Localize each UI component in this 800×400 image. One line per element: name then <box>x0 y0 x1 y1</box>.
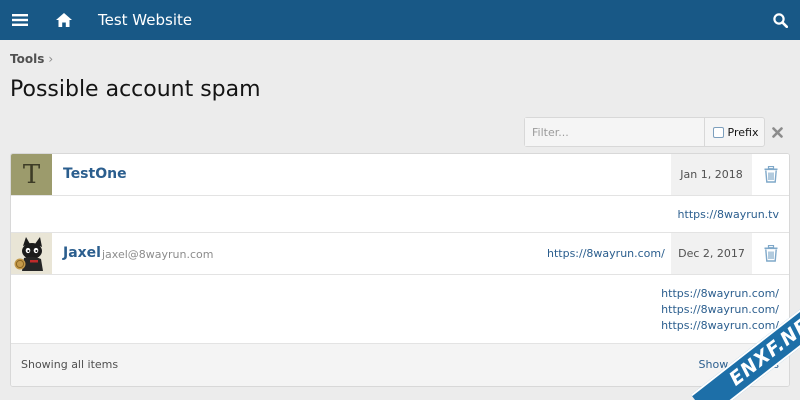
trash-icon <box>764 166 777 183</box>
prefix-checkbox[interactable] <box>712 126 724 138</box>
url-list: https://8wayrun.tv <box>11 196 789 233</box>
url-list: https://8wayrun.com/ https://8wayrun.com… <box>11 275 789 344</box>
delete-button[interactable] <box>752 233 789 274</box>
home-icon[interactable] <box>52 0 76 40</box>
top-navigation-bar: Test Website <box>0 0 800 40</box>
prefix-label: Prefix <box>727 125 759 139</box>
username-link[interactable]: Jaxel <box>63 233 101 274</box>
row-url-link[interactable]: https://8wayrun.com/ <box>547 233 665 274</box>
filter-input[interactable] <box>525 118 705 146</box>
date-cell: Jan 1, 2018 <box>671 154 752 195</box>
list-item: Jaxel jaxel@8wayrun.com https://8wayrun.… <box>11 233 789 275</box>
spam-url-link[interactable]: https://8wayrun.tv <box>678 208 779 221</box>
list-item: T TestOne Jan 1, 2018 <box>11 154 789 196</box>
filter-bar: Prefix <box>524 117 765 147</box>
avatar[interactable]: T <box>11 154 52 195</box>
spam-url-link[interactable]: https://8wayrun.com/ <box>661 287 779 300</box>
list-footer: Showing all items Show matches <box>11 344 789 386</box>
page-title: Possible account spam <box>10 77 261 102</box>
breadcrumb-item-tools[interactable]: Tools <box>10 52 44 66</box>
breadcrumb-separator: › <box>48 52 54 66</box>
site-title-link[interactable]: Test Website <box>98 0 192 40</box>
entry-date: Dec 2, 2017 <box>678 247 745 260</box>
date-cell: Dec 2, 2017 <box>671 233 752 274</box>
hamburger-menu-icon[interactable] <box>8 0 32 40</box>
entry-date: Jan 1, 2018 <box>680 168 743 181</box>
user-email: jaxel@8wayrun.com <box>102 248 214 261</box>
clear-filter-icon[interactable] <box>768 120 786 144</box>
spam-url-link[interactable]: https://8wayrun.com/ <box>661 303 779 316</box>
search-icon[interactable] <box>768 0 792 40</box>
show-matches-link[interactable]: Show matches <box>699 344 779 386</box>
avatar[interactable] <box>11 233 52 274</box>
spam-account-list: T TestOne Jan 1, 2018 https://8wayrun.tv <box>10 153 790 387</box>
showing-items-status: Showing all items <box>21 358 119 371</box>
username-link[interactable]: TestOne <box>63 154 127 195</box>
prefix-toggle[interactable]: Prefix <box>706 118 765 146</box>
delete-button[interactable] <box>752 154 789 195</box>
trash-icon <box>764 245 777 262</box>
spam-url-link[interactable]: https://8wayrun.com/ <box>661 319 779 332</box>
breadcrumb: Tools › <box>10 52 53 66</box>
